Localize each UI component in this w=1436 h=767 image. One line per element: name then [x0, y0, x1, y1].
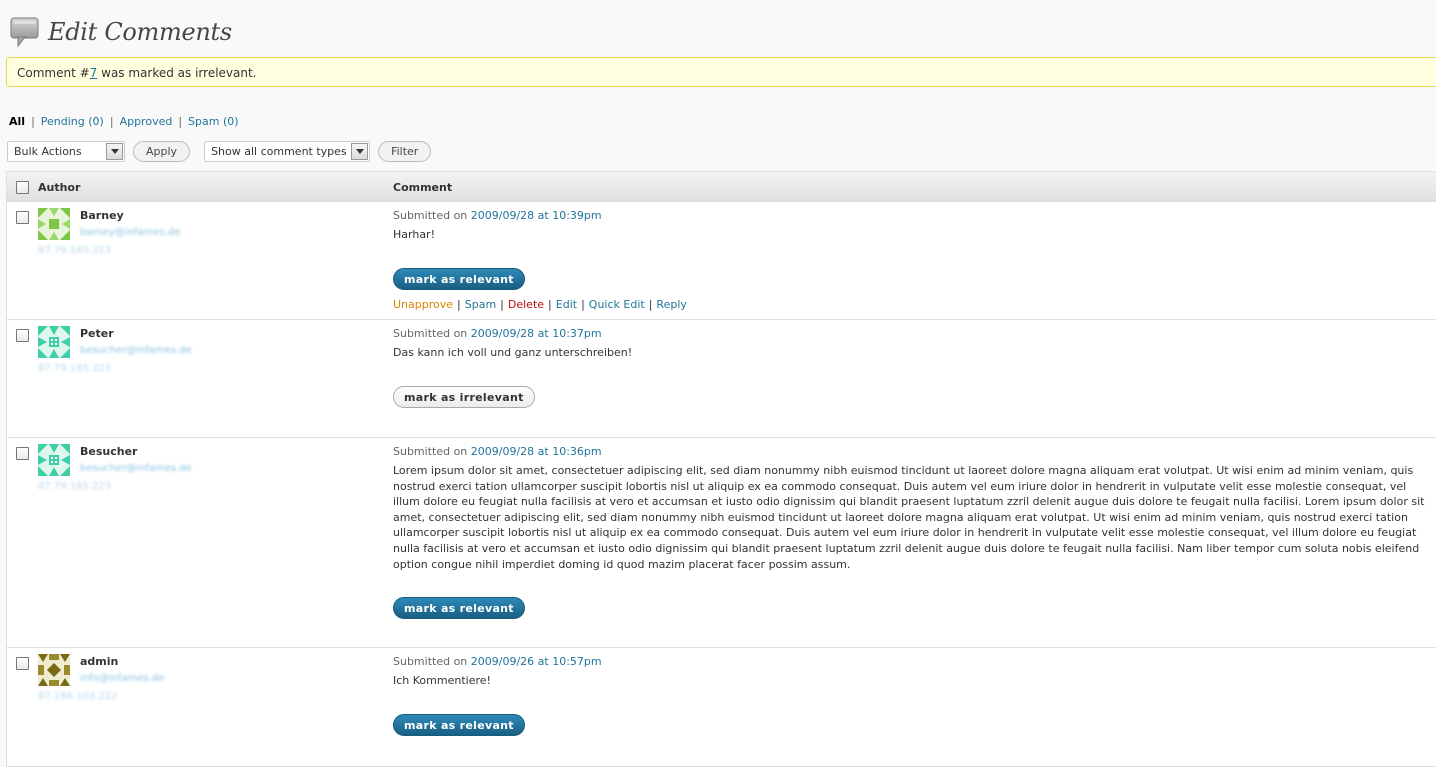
filter-pending[interactable]: Pending (0) [41, 115, 104, 128]
submitted-line: Submitted on 2009/09/28 at 10:36pm [393, 445, 1428, 459]
submitted-label: Submitted on [393, 655, 471, 668]
row-checkbox[interactable] [16, 211, 29, 224]
comment-date-link[interactable]: 2009/09/28 at 10:39pm [471, 209, 602, 222]
action-separator: | [648, 297, 653, 311]
mark-relevant-button[interactable]: mark as relevant [393, 597, 525, 620]
status-notice: Comment #7 was marked as irrelevant. [6, 57, 1436, 87]
mark-relevant-button[interactable]: mark as relevant [393, 267, 525, 290]
comment-text: Harhar! [393, 228, 435, 241]
comment-cell: Submitted on 2009/09/28 at 10:36pm Lorem… [393, 445, 1428, 620]
avatar [38, 326, 70, 358]
comment-date-link[interactable]: 2009/09/28 at 10:37pm [471, 327, 602, 340]
apply-button[interactable]: Apply [133, 140, 191, 162]
author-name: Besucher [80, 445, 138, 458]
table-controls: Bulk Actions Apply Show all comment type… [7, 140, 432, 162]
avatar [38, 654, 70, 686]
row-actions: Unapprove | Spam | Delete | Edit | Quick Edit | Re… [393, 298, 1428, 311]
page-header: Edit Comments [10, 14, 232, 50]
author-ip-link[interactable]: 87.79.185.223 [38, 245, 111, 256]
table-row: Barney barney@infames.de 87.79.185.223 S… [7, 202, 1436, 320]
submitted-line: Submitted on 2009/09/28 at 10:39pm [393, 209, 1428, 223]
comment-date-link[interactable]: 2009/09/28 at 10:36pm [471, 445, 602, 458]
filter-button[interactable]: Filter [378, 140, 432, 162]
action-separator: | [457, 297, 461, 311]
quick-edit-link[interactable]: Quick Edit [589, 298, 645, 311]
row-checkbox[interactable] [16, 447, 29, 460]
spam-link[interactable]: Spam [465, 298, 496, 311]
action-separator: | [548, 297, 552, 311]
filter-separator: | [109, 115, 114, 128]
action-separator: | [500, 297, 504, 311]
notice-prefix: Comment # [17, 66, 90, 80]
action-separator: | [581, 297, 585, 311]
bulk-actions-value: Bulk Actions [14, 144, 82, 158]
author-ip-link[interactable]: 87.79.185.223 [38, 363, 111, 374]
bulk-actions-select[interactable]: Bulk Actions [7, 140, 125, 162]
comment-cell: Submitted on 2009/09/26 at 10:57pm Ich K… [393, 655, 1428, 736]
column-header-comment: Comment [393, 181, 453, 194]
submitted-line: Submitted on 2009/09/28 at 10:37pm [393, 327, 1428, 341]
comment-cell: Submitted on 2009/09/28 at 10:39pm Harha… [393, 209, 1428, 311]
filter-separator: | [178, 115, 183, 128]
edit-link[interactable]: Edit [556, 298, 577, 311]
table-row: Peter besucher@infames.de 87.79.185.223 … [7, 320, 1436, 438]
chevron-down-icon[interactable] [351, 142, 369, 160]
author-ip-link[interactable]: 87.79.185.223 [38, 481, 111, 492]
page-title: Edit Comments [48, 18, 232, 46]
avatar [38, 208, 70, 240]
submitted-line: Submitted on 2009/09/26 at 10:57pm [393, 655, 1428, 669]
row-checkbox[interactable] [16, 329, 29, 342]
author-email-link[interactable]: info@infames.de [80, 673, 164, 684]
comment-date-link[interactable]: 2009/09/26 at 10:57pm [471, 655, 602, 668]
comments-bubble-icon [10, 16, 40, 48]
filter-approved[interactable]: Approved [120, 115, 173, 128]
mark-irrelevant-button[interactable]: mark as irrelevant [393, 385, 535, 408]
reply-link[interactable]: Reply [656, 298, 686, 311]
filter-all[interactable]: All [9, 115, 25, 128]
author-name: Barney [80, 209, 124, 222]
table-row: admin info@infames.de 87.186.103.222 Sub… [7, 648, 1436, 766]
chevron-down-icon[interactable] [106, 142, 123, 160]
avatar [38, 444, 70, 476]
author-ip-link[interactable]: 87.186.103.222 [38, 691, 118, 702]
unapprove-link[interactable]: Unapprove [393, 298, 453, 311]
submitted-label: Submitted on [393, 327, 471, 340]
column-header-author[interactable]: Author [38, 181, 80, 194]
table-header: Author Comment [7, 172, 1436, 202]
comment-text: Lorem ipsum dolor sit amet, consectetuer… [393, 464, 1425, 571]
submitted-label: Submitted on [393, 209, 471, 222]
row-checkbox[interactable] [16, 657, 29, 670]
mark-relevant-button[interactable]: mark as relevant [393, 713, 525, 736]
select-all-checkbox[interactable] [16, 181, 29, 194]
table-row: Besucher besucher@infames.de 87.79.185.2… [7, 438, 1436, 648]
delete-link[interactable]: Delete [508, 298, 544, 311]
comment-text: Das kann ich voll und ganz unterschreibe… [393, 346, 633, 359]
submitted-label: Submitted on [393, 445, 471, 458]
comment-cell: Submitted on 2009/09/28 at 10:37pm Das k… [393, 327, 1428, 408]
author-email-link[interactable]: besucher@infames.de [80, 345, 192, 356]
author-name: admin [80, 655, 119, 668]
comments-table: Author Comment Barney barney@infames.de … [6, 171, 1436, 767]
comment-type-select[interactable]: Show all comment types [204, 140, 371, 162]
author-email-link[interactable]: barney@infames.de [80, 227, 180, 238]
author-name: Peter [80, 327, 114, 340]
status-filter-links: All | Pending (0) | Approved | Spam (0) [9, 115, 239, 128]
comment-type-value: Show all comment types [211, 144, 347, 158]
filter-separator: | [31, 115, 35, 128]
author-email-link[interactable]: besucher@infames.de [80, 463, 192, 474]
comment-text: Ich Kommentiere! [393, 674, 491, 687]
notice-suffix: was marked as irrelevant. [97, 66, 257, 80]
filter-spam[interactable]: Spam (0) [188, 115, 239, 128]
